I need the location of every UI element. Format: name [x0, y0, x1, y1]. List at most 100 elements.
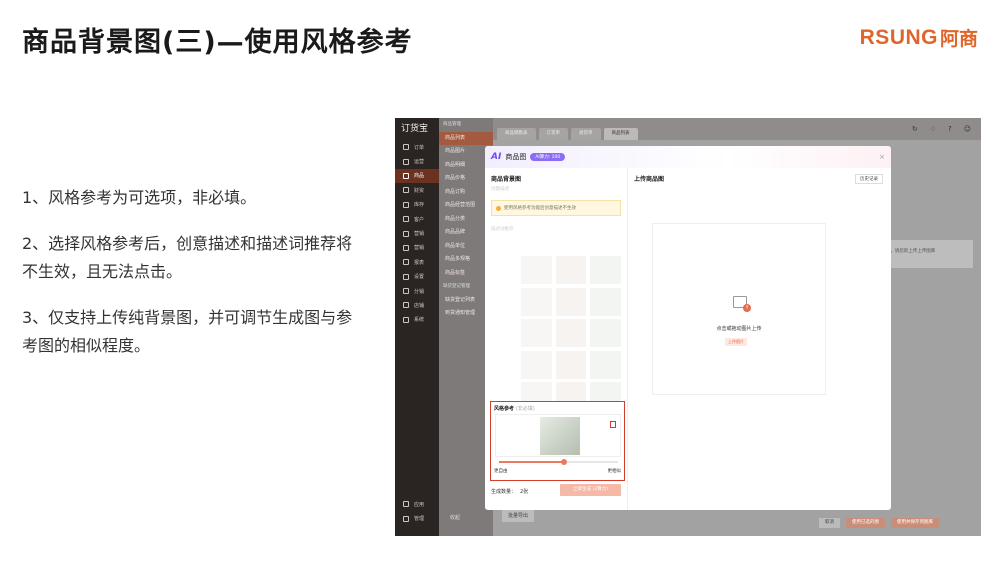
disabled-keyword-grid [491, 256, 621, 414]
upload-link[interactable]: 上传图片 [725, 338, 747, 346]
brand-name-en: RSUNG [859, 25, 938, 49]
note-3: 3、仅支持上传纯背景图，并可调节生成图与参考图的相似程度。 [22, 308, 353, 355]
style-ref-optional: (非必填) [515, 406, 535, 412]
delete-icon[interactable] [610, 421, 616, 428]
tab-bar: 商品销售表 订货单 退货单 商品列表 ↻ ♢ ? ☺ [493, 118, 981, 140]
bell-icon[interactable]: ♢ [930, 125, 936, 133]
app-screenshot: 订货宝 订单 运营 商品 财资 库存 客户 营销 营销 报表 设置 分销 店铺 系统 应用 管理 商品管… [395, 118, 981, 536]
upload-text: 点击或拖动图片上传 [716, 326, 762, 332]
nav-item[interactable]: 系统 [395, 313, 439, 327]
gen-count-select[interactable]: 2张 [520, 488, 528, 495]
cancel-button[interactable]: 取消 [819, 518, 840, 528]
nav-icon [403, 187, 409, 194]
nav-item[interactable]: 客户 [395, 212, 439, 226]
keyword-row [491, 350, 621, 379]
upload-pane: 上传商品图 历史记录 ↑ 点击或拖动图片上传 上传图片 [628, 168, 891, 510]
nav-item[interactable]: 报表 [395, 255, 439, 269]
nav-label: 营销 [414, 245, 425, 252]
use-and-save-button[interactable]: 使用并保存到图库 [891, 518, 939, 528]
gen-count-row: 生成数量： 2张 [491, 488, 528, 495]
upload-arrow-icon: ↑ [743, 304, 751, 312]
history-button[interactable]: 历史记录 [855, 174, 883, 184]
style-ref-upload[interactable] [495, 414, 621, 457]
nav-item[interactable]: 财资 [395, 183, 439, 197]
brand-name-cn: 阿商 [939, 28, 978, 50]
tab-sales[interactable]: 商品销售表 [497, 128, 536, 140]
nav-label: 营销 [414, 231, 425, 238]
nav-label: 报表 [414, 259, 425, 266]
nav-label: 财资 [414, 187, 425, 194]
help-icon[interactable]: ? [948, 125, 952, 133]
nav-label: 订单 [414, 144, 425, 151]
warning-icon [496, 205, 501, 211]
notes-list: 1、风格参考为可选项，非必填。 2、选择风格参考后，创意描述和描述词推荐将不生效… [22, 184, 367, 378]
nav-icon [403, 302, 409, 309]
sub-nav-item[interactable]: 商品列表 [439, 131, 493, 145]
nav-icon [403, 216, 409, 223]
keyword-thumbnail [555, 256, 587, 284]
manage-icon [403, 515, 409, 522]
slide-title: 商品背景图(三)—使用风格参考 [22, 27, 413, 58]
app-logo: 订货宝 [401, 124, 429, 134]
warning-text: 使用风格参考功能后创意描述不生效 [504, 206, 576, 211]
ai-credit-badge: AI算力: 100 [530, 153, 566, 161]
nav-item[interactable]: 分销 [395, 284, 439, 298]
style-ref-image [540, 417, 580, 455]
keyword-thumbnail [520, 256, 552, 284]
nav-icon [403, 259, 409, 266]
tab-products[interactable]: 商品列表 [603, 128, 638, 140]
nav-label: 系统 [414, 317, 425, 324]
nav-item-manage[interactable]: 管理 [395, 512, 439, 526]
use-selected-button[interactable]: 使用已选的图 [846, 518, 885, 528]
tab-orders[interactable]: 订货单 [538, 128, 568, 140]
generate-button[interactable]: 立即生成 (2算力) [560, 484, 621, 496]
ai-logo-icon: AI [491, 152, 502, 162]
slider-handle[interactable] [561, 459, 568, 465]
nav-icon [403, 230, 409, 237]
sub-head: 商品管理 [443, 122, 461, 127]
nav-item[interactable]: 设置 [395, 270, 439, 284]
nav-label: 应用 [414, 501, 425, 508]
keyword-thumbnail [555, 287, 587, 316]
similarity-slider[interactable] [499, 459, 618, 465]
keyword-thumbnail [590, 350, 621, 379]
note-2: 2、选择风格参考后，创意描述和描述词推荐将不生效，且无法点击。 [22, 234, 353, 281]
nav-label: 分销 [414, 288, 425, 295]
nav-label: 管理 [414, 516, 425, 523]
right-pane-title: 上传商品图 [634, 176, 665, 183]
keyword-thumbnail [520, 287, 552, 316]
nav-item-apps[interactable]: 应用 [395, 497, 439, 511]
keyword-thumbnail [590, 287, 621, 316]
nav-item[interactable]: 营销 [395, 241, 439, 255]
collapse-button[interactable]: 收起 [450, 514, 460, 521]
nav-item[interactable]: 营销 [395, 226, 439, 240]
slider-label-free: 更自由 [494, 469, 508, 474]
nav-item[interactable]: 库存 [395, 198, 439, 212]
nav-icon [403, 244, 409, 251]
nav-label: 运营 [414, 159, 425, 166]
user-icon[interactable]: ☺ [964, 125, 971, 133]
modal-title: 商品图 [505, 153, 527, 161]
upload-dropzone[interactable]: ↑ 点击或拖动图片上传 上传图片 [652, 223, 826, 395]
keyword-recommend-label: 描述词推荐 [491, 227, 514, 232]
batch-export-select[interactable]: 批量导出 [502, 510, 535, 522]
tab-returns[interactable]: 退货单 [571, 128, 601, 140]
background-buttons: 取消 使用已选的图 使用并保存到图库 [819, 518, 939, 528]
keyword-thumbnail [590, 319, 621, 347]
note-1: 1、风格参考为可选项，非必填。 [22, 188, 257, 207]
slider-label-similar: 更相似 [607, 469, 622, 474]
keyword-thumbnail [555, 319, 587, 347]
nav-item[interactable]: 运营 [395, 154, 439, 168]
nav-item[interactable]: 商品 [395, 168, 439, 184]
nav-icon [403, 144, 409, 151]
nav-label: 客户 [414, 216, 425, 223]
close-icon[interactable]: × [879, 153, 885, 161]
nav-item[interactable]: 订单 [395, 140, 439, 154]
style-ref-title-text: 风格参考 [494, 406, 515, 412]
nav-icon [403, 201, 409, 208]
nav-item[interactable]: 店铺 [395, 298, 439, 312]
keyword-row [491, 256, 621, 284]
keyword-thumbnail [590, 256, 621, 284]
keyword-thumbnail [520, 350, 552, 379]
refresh-icon[interactable]: ↻ [912, 125, 918, 133]
